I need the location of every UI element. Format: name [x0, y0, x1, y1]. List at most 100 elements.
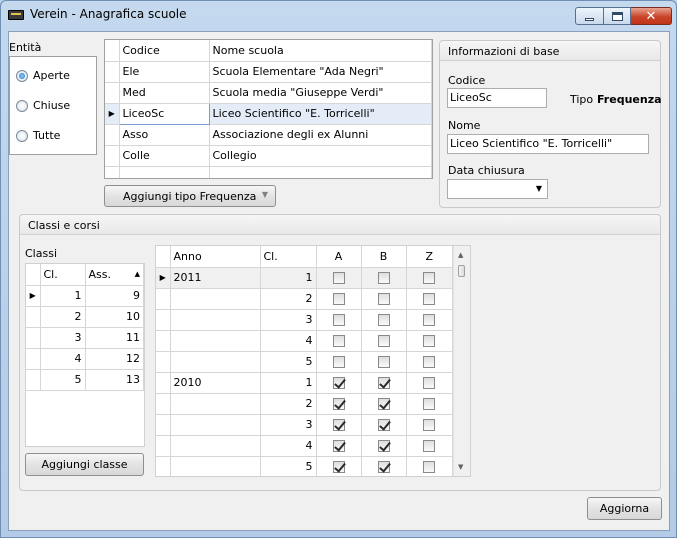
corsi-cl-cell[interactable]: 4 [260, 330, 317, 352]
classi-ass-cell[interactable]: 13 [85, 369, 144, 391]
add-tipo-frequenza-button[interactable]: Aggiungi tipo Frequenza ▼ [104, 185, 276, 207]
classi-ass-cell[interactable]: 10 [85, 306, 144, 328]
school-row[interactable]: Colle Collegio [105, 145, 432, 167]
checkbox-z[interactable] [423, 293, 436, 305]
classi-cl-cell[interactable]: 1 [40, 285, 86, 307]
corsi-anno-cell[interactable] [170, 393, 261, 415]
row-selector[interactable] [26, 369, 41, 391]
checkbox-b[interactable] [377, 356, 390, 368]
checkbox-a[interactable] [332, 272, 345, 284]
corsi-cl-cell[interactable]: 3 [260, 309, 317, 331]
corsi-cl-cell[interactable]: 2 [260, 393, 317, 415]
checkbox-a[interactable] [332, 293, 345, 305]
corsi-col-b[interactable]: B [361, 246, 407, 268]
checkbox-z[interactable] [423, 335, 436, 347]
checkbox-z[interactable] [423, 398, 436, 410]
school-row[interactable]: Asso Associazione degli ex Alunni [105, 124, 432, 146]
school-row[interactable]: ▶ LiceoSc Liceo Scientifico "E. Torricelli… [105, 102, 432, 125]
checkbox-b[interactable] [377, 335, 390, 347]
row-selector[interactable] [156, 456, 171, 476]
checkbox-a[interactable] [332, 377, 345, 389]
corsi-anno-cell[interactable] [170, 456, 261, 476]
schools-col-nome[interactable]: Nome scuola [209, 40, 432, 62]
minimize-button[interactable] [575, 7, 604, 25]
school-codice-cell[interactable]: Colle [119, 145, 210, 167]
corsi-vertical-scrollbar[interactable]: ▲ ▼ [453, 246, 470, 476]
classi-row[interactable]: 2 10 [26, 306, 144, 328]
row-selector[interactable] [156, 393, 171, 415]
checkbox-z[interactable] [423, 419, 436, 431]
checkbox-b[interactable] [377, 293, 390, 305]
checkbox-z[interactable] [423, 356, 436, 368]
classi-cl-cell[interactable]: 5 [40, 369, 86, 391]
school-codice-cell[interactable]: Ele [119, 61, 210, 83]
row-selector[interactable] [105, 124, 120, 146]
checkbox-b[interactable] [377, 419, 390, 431]
maximize-button[interactable] [604, 7, 631, 25]
checkbox-a[interactable] [332, 356, 345, 368]
checkbox-a[interactable] [332, 314, 345, 326]
classi-row[interactable]: ▶ 1 9 [26, 285, 144, 307]
corsi-cl-cell[interactable]: 5 [260, 351, 317, 373]
school-codice-cell[interactable]: Med [119, 82, 210, 104]
corsi-col-a[interactable]: A [316, 246, 362, 268]
checkbox-a[interactable] [332, 335, 345, 347]
corsi-cl-cell[interactable]: 5 [260, 456, 317, 476]
checkbox-z[interactable] [423, 272, 436, 284]
scroll-thumb[interactable] [458, 265, 465, 277]
corsi-cl-cell[interactable]: 2 [260, 288, 317, 310]
school-row[interactable]: Med Scuola media "Giuseppe Verdi" [105, 82, 432, 104]
row-selector[interactable] [156, 372, 171, 394]
classi-cl-cell[interactable]: 3 [40, 327, 86, 349]
checkbox-z[interactable] [423, 377, 436, 389]
row-selector[interactable] [156, 435, 171, 457]
row-pointer-icon[interactable]: ▶ [156, 267, 171, 289]
row-pointer-icon[interactable]: ▶ [105, 103, 120, 125]
checkbox-b[interactable] [377, 440, 390, 452]
row-pointer-icon[interactable]: ▶ [26, 285, 41, 307]
corsi-anno-cell[interactable] [170, 435, 261, 457]
schools-col-codice[interactable]: Codice [119, 40, 210, 62]
row-selector[interactable] [26, 306, 41, 328]
corsi-anno-cell[interactable] [170, 414, 261, 436]
classi-row[interactable]: 3 11 [26, 327, 144, 349]
corsi-row[interactable]: 3 [156, 309, 453, 331]
checkbox-b[interactable] [377, 377, 390, 389]
row-selector[interactable] [26, 348, 41, 370]
corsi-cl-cell[interactable]: 1 [260, 267, 317, 289]
checkbox-a[interactable] [332, 461, 345, 473]
school-codice-cell[interactable]: Asso [119, 124, 210, 146]
add-class-button[interactable]: Aggiungi classe [25, 453, 144, 476]
scroll-up-icon[interactable]: ▲ [458, 251, 463, 259]
row-selector[interactable] [156, 330, 171, 352]
classi-ass-cell[interactable]: 11 [85, 327, 144, 349]
classi-row[interactable]: 5 13 [26, 369, 144, 391]
corsi-row[interactable]: 2 [156, 393, 453, 415]
school-row[interactable]: Ele Scuola Elementare "Ada Negri" [105, 61, 432, 83]
row-selector[interactable] [156, 414, 171, 436]
scroll-down-icon[interactable]: ▼ [458, 463, 463, 471]
checkbox-a[interactable] [332, 440, 345, 452]
corsi-row[interactable]: 5 [156, 351, 453, 373]
row-selector[interactable] [105, 145, 120, 167]
checkbox-z[interactable] [423, 440, 436, 452]
close-button[interactable]: ✕ [631, 7, 672, 25]
classi-ass-cell[interactable]: 12 [85, 348, 144, 370]
data-chiusura-field[interactable]: ▼ [447, 179, 548, 199]
radio-chiuse-circle[interactable] [16, 99, 28, 112]
checkbox-b[interactable] [377, 461, 390, 473]
school-nome-cell[interactable]: Liceo Scientifico "E. Torricelli" [209, 103, 432, 125]
corsi-anno-cell[interactable] [170, 330, 261, 352]
corsi-anno-cell[interactable]: 2010 [170, 372, 261, 394]
classi-col-cl[interactable]: Cl. [40, 264, 86, 286]
row-selector[interactable] [105, 61, 120, 83]
classi-cl-cell[interactable]: 4 [40, 348, 86, 370]
corsi-col-z[interactable]: Z [406, 246, 453, 268]
checkbox-b[interactable] [377, 314, 390, 326]
row-selector[interactable] [156, 351, 171, 373]
classi-col-ass[interactable]: Ass. ▲ [85, 264, 144, 286]
nome-field[interactable]: Liceo Scientifico "E. Torricelli" [447, 134, 649, 154]
corsi-cl-cell[interactable]: 4 [260, 435, 317, 457]
checkbox-b[interactable] [377, 398, 390, 410]
checkbox-z[interactable] [423, 314, 436, 326]
